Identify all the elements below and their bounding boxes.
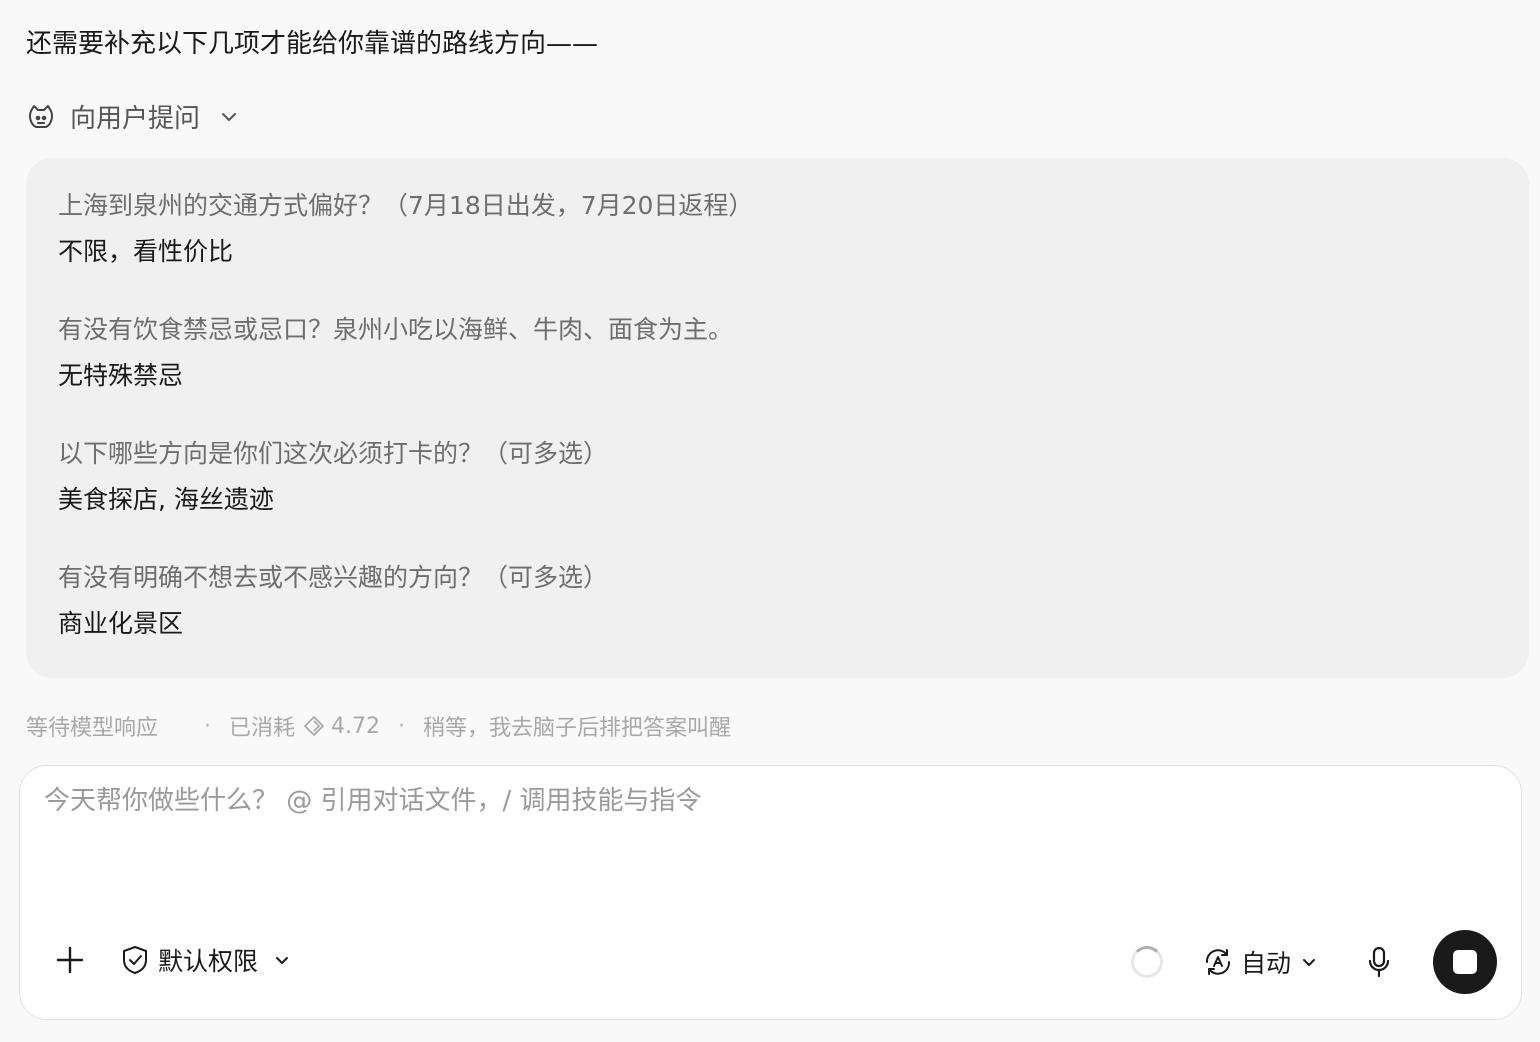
chevron-down-icon: [272, 950, 292, 970]
qa-item: 有没有饮食禁忌或忌口？泉州小吃以海鲜、牛肉、面食为主。 无特殊禁忌: [58, 310, 1497, 396]
chevron-down-icon: [218, 106, 240, 128]
voice-input-button[interactable]: [1361, 944, 1397, 980]
stop-icon: [1453, 950, 1477, 974]
assistant-message: 还需要补充以下几项才能给你靠谱的路线方向——: [26, 29, 599, 59]
composer: 默认权限: [19, 765, 1522, 1020]
status-message: 稍等，我去脑子后排把答案叫醒: [423, 716, 732, 741]
question-text: 有没有明确不想去或不感兴趣的方向？（可多选）: [58, 563, 609, 592]
message-input[interactable]: [44, 786, 1444, 816]
ask-user-title: 向用户提问: [70, 104, 201, 134]
auto-mode-icon: [1203, 947, 1233, 977]
chat-view: 还需要补充以下几项才能给你靠谱的路线方向—— 向用户提问 上海到泉州的交通方式偏…: [0, 0, 1540, 1042]
qa-item: 以下哪些方向是你们这次必须打卡的？（可多选） 美食探店, 海丝遗迹: [58, 434, 1497, 520]
diamond-icon: [303, 715, 325, 737]
answer-text: 无特殊禁忌: [58, 361, 184, 390]
answer-text: 不限，看性价比: [58, 237, 234, 266]
composer-toolbar-left: 默认权限: [52, 942, 292, 978]
composer-toolbar-right: 自动: [1130, 930, 1497, 994]
ask-user-card: 上海到泉州的交通方式偏好？（7月18日出发，7月20日返程） 不限，看性价比 有…: [26, 158, 1529, 678]
ask-user-toggle[interactable]: 向用户提问: [26, 98, 240, 135]
qa-item: 有没有明确不想去或不感兴趣的方向？（可多选） 商业化景区: [58, 558, 1497, 644]
status-bar: 等待模型响应 · 已消耗 4.72 · 稍等，我去脑子后排把答案叫醒: [26, 710, 731, 742]
qa-item: 上海到泉州的交通方式偏好？（7月18日出发，7月20日返程） 不限，看性价比: [58, 186, 1497, 272]
answer-text: 美食探店, 海丝遗迹: [58, 485, 274, 514]
mode-selector[interactable]: 自动: [1203, 944, 1319, 980]
answer-text: 商业化景区: [58, 609, 184, 638]
mode-label: 自动: [1240, 949, 1291, 978]
attach-button[interactable]: [52, 942, 88, 978]
microphone-icon: [1368, 946, 1390, 978]
separator-dot: ·: [204, 713, 212, 739]
question-text: 上海到泉州的交通方式偏好？（7月18日出发，7月20日返程）: [58, 191, 754, 220]
separator-dot: ·: [398, 713, 406, 739]
question-text: 以下哪些方向是你们这次必须打卡的？（可多选）: [58, 439, 609, 468]
plus-icon: [56, 946, 84, 974]
chevron-down-icon: [1299, 952, 1319, 972]
consumed-label: 已消耗: [229, 716, 296, 741]
permission-selector[interactable]: 默认权限: [120, 942, 292, 978]
waiting-status: 等待模型响应: [26, 716, 159, 741]
loading-spinner: [1130, 946, 1163, 978]
question-text: 有没有饮食禁忌或忌口？泉州小吃以海鲜、牛肉、面食为主。: [58, 315, 734, 344]
permission-label: 默认权限: [158, 947, 259, 976]
stop-button[interactable]: [1433, 930, 1497, 994]
robot-face-icon: [26, 102, 56, 132]
shield-check-icon: [120, 944, 150, 976]
consumed-value: 4.72: [331, 713, 381, 739]
